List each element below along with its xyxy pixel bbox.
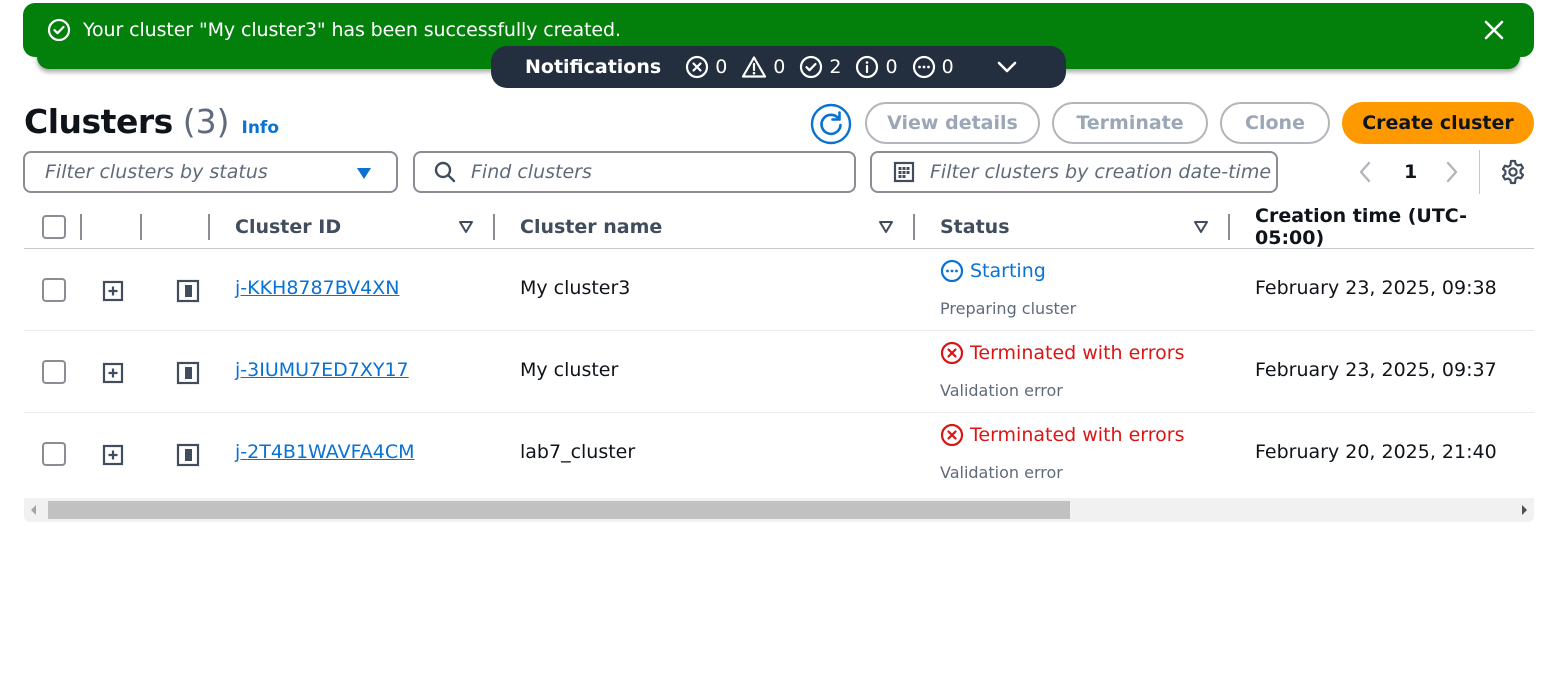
column-divider [1228,214,1230,240]
info-link[interactable]: Info [242,118,280,138]
table-header: Cluster ID Cluster name Status Creation … [24,205,1534,249]
gear-icon[interactable] [1500,159,1526,185]
clone-button[interactable]: Clone [1220,102,1330,144]
date-filter-placeholder: Filter clusters by creation date-time [930,161,1272,183]
status-reason: Validation error [940,381,1063,400]
cluster-name: My cluster [520,359,619,381]
terminate-button[interactable]: Terminate [1052,102,1208,144]
pagination: 1 [1356,157,1461,187]
chevron-down-icon[interactable] [996,56,1018,78]
expand-icon[interactable] [102,362,124,384]
status-indicator: Terminated with errors [940,341,1185,365]
notifications-bar[interactable]: Notifications 0 0 2 0 0 [491,46,1066,88]
success-icon [800,55,823,79]
expand-icon[interactable] [102,280,124,302]
notification-count-warning: 0 [741,55,785,79]
status-reason: Preparing cluster [940,299,1077,318]
pagination-divider [1479,150,1480,194]
search-icon [434,161,456,183]
notification-count-error: 0 [685,55,727,79]
column-divider [208,214,210,240]
sort-icon[interactable] [878,220,894,234]
details-panel-icon[interactable] [176,279,200,303]
page-header: Clusters (3) Info [24,102,279,141]
view-details-button[interactable]: View details [865,102,1040,144]
notification-count-info: 0 [855,55,898,79]
column-header-creation-time[interactable]: Creation time (UTC-05:00) [1255,205,1534,249]
column-divider [140,214,142,240]
error-icon [686,55,709,79]
column-header-status[interactable]: Status [940,205,1010,249]
status-indicator: Starting [940,259,1046,283]
table-row: j-2T4B1WAVFA4CM lab7_cluster Terminated … [24,413,1534,495]
creation-time: February 20, 2025, 21:40 [1255,441,1497,463]
horizontal-scrollbar[interactable] [24,498,1534,522]
row-checkbox[interactable] [42,278,66,302]
cluster-name: lab7_cluster [520,441,636,463]
chevron-right-icon[interactable] [1443,160,1461,184]
notifications-title: Notifications [525,56,662,78]
success-check-icon [47,18,71,42]
calendar-icon [893,161,915,183]
notification-count-success: 2 [799,55,841,79]
info-icon [856,55,879,79]
create-cluster-button[interactable]: Create cluster [1342,102,1534,144]
select-all-checkbox[interactable] [42,215,66,239]
scroll-left-arrow-icon[interactable] [31,505,36,515]
caret-down-icon [357,168,371,179]
row-checkbox[interactable] [42,360,66,384]
flash-message: Your cluster "My cluster3" has been succ… [83,19,621,41]
in-progress-icon [912,55,935,79]
scroll-right-arrow-icon[interactable] [1522,505,1527,515]
cluster-name: My cluster3 [520,277,631,299]
status-text: Terminated with errors [970,424,1185,446]
creation-time: February 23, 2025, 09:37 [1255,359,1497,381]
expand-icon[interactable] [102,444,124,466]
column-header-cluster-name[interactable]: Cluster name [520,205,662,249]
table-row: j-3IUMU7ED7XY17 My cluster Terminated wi… [24,331,1534,413]
refresh-icon[interactable] [810,103,852,145]
column-header-cluster-id[interactable]: Cluster ID [235,205,341,249]
status-filter-select[interactable]: Filter clusters by status [23,151,398,193]
details-panel-icon[interactable] [176,361,200,385]
cluster-id-link[interactable]: j-3IUMU7ED7XY17 [235,359,409,381]
cluster-id-link[interactable]: j-2T4B1WAVFA4CM [235,441,415,463]
creation-time: February 23, 2025, 09:38 [1255,277,1497,299]
sort-icon[interactable] [1193,220,1209,234]
in-progress-icon [940,259,964,283]
cluster-id-link[interactable]: j-KKH8787BV4XN [235,277,399,299]
sort-icon[interactable] [458,220,474,234]
column-divider [80,214,82,240]
status-text: Terminated with errors [970,342,1185,364]
close-icon[interactable] [1482,18,1506,42]
page-title: Clusters [24,102,173,141]
row-checkbox[interactable] [42,442,66,466]
notification-count-in-progress: 0 [912,55,954,79]
details-panel-icon[interactable] [176,443,200,467]
date-filter-input[interactable]: Filter clusters by creation date-time [870,151,1278,193]
page-number[interactable]: 1 [1404,161,1417,183]
cluster-count: (3) [182,102,230,141]
column-divider [493,214,495,240]
status-text: Starting [970,260,1046,282]
error-icon [940,423,964,447]
error-icon [940,341,964,365]
column-divider [913,214,915,240]
scrollbar-thumb[interactable] [48,501,1070,519]
find-clusters-input[interactable]: Find clusters [413,151,856,193]
status-reason: Validation error [940,463,1063,482]
success-count: 2 [829,56,842,78]
error-count: 0 [715,56,728,78]
info-count: 0 [885,56,898,78]
status-filter-placeholder: Filter clusters by status [45,161,268,183]
table-row: j-KKH8787BV4XN My cluster3 Starting Prep… [24,249,1534,331]
status-indicator: Terminated with errors [940,423,1185,447]
find-clusters-placeholder: Find clusters [471,161,592,183]
chevron-left-icon[interactable] [1356,160,1374,184]
warning-count: 0 [773,56,786,78]
warning-icon [742,56,767,78]
clusters-table: Cluster ID Cluster name Status Creation … [24,205,1534,495]
in-progress-count: 0 [941,56,954,78]
